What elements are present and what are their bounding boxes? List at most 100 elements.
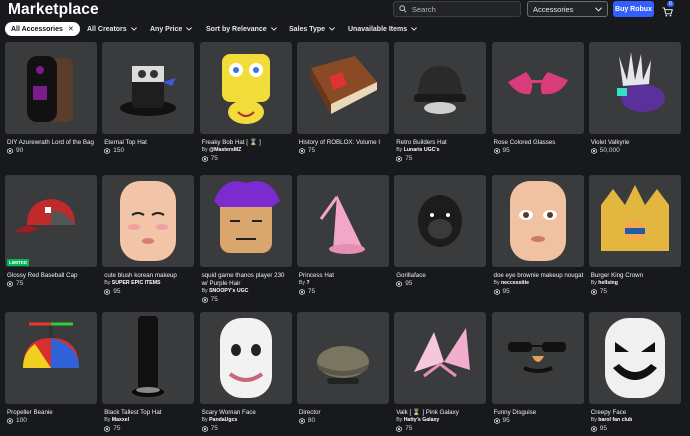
- robux-icon: [201, 425, 208, 432]
- item-price: 75: [396, 425, 412, 432]
- item-name[interactable]: doe eye brownie makeup nougat: [494, 272, 584, 280]
- item-thumbnail[interactable]: [102, 175, 195, 267]
- item-thumbnail[interactable]: [394, 312, 487, 404]
- item-thumbnail[interactable]: [394, 42, 487, 134]
- item-name[interactable]: Director: [299, 409, 389, 417]
- item-image: [15, 199, 75, 233]
- item-thumbnail[interactable]: [588, 175, 681, 267]
- creator-name[interactable]: SNOOPY's UGC: [209, 288, 248, 294]
- chevron-down-icon: [270, 27, 277, 31]
- item-image: [604, 318, 665, 398]
- item-image: [132, 316, 165, 397]
- filter-label: All Creators: [87, 25, 127, 33]
- item-name[interactable]: Princess Hat: [299, 272, 389, 280]
- filter-label: Any Price: [150, 25, 183, 33]
- creator-name[interactable]: ?: [306, 280, 309, 286]
- item-name[interactable]: Retro Builders Hat: [396, 139, 486, 147]
- cart-button[interactable]: 0: [662, 1, 676, 17]
- filter-unavailable-items[interactable]: Unavailable Items: [348, 22, 418, 36]
- robux-icon: [7, 417, 13, 424]
- item-thumbnail[interactable]: [491, 175, 584, 267]
- creator-name[interactable]: @MastersMZ: [209, 147, 241, 153]
- item-name[interactable]: Violet Valkyrie: [591, 139, 681, 147]
- robux-icon: [493, 288, 500, 295]
- creator-name[interactable]: neccessitie: [501, 280, 529, 286]
- item-creator[interactable]: By neccessitie: [494, 280, 529, 286]
- item-thumbnail[interactable]: [588, 42, 681, 134]
- item-name[interactable]: Freaky Bob Hat [ ⌛ ]: [202, 139, 292, 147]
- creator-name[interactable]: hellsing: [598, 280, 618, 286]
- item-thumbnail[interactable]: [296, 42, 389, 134]
- robux-icon: [298, 147, 305, 154]
- item-name[interactable]: cute blush korean makeup: [104, 272, 194, 280]
- item-thumbnail[interactable]: [588, 312, 681, 404]
- item-thumbnail[interactable]: [296, 175, 389, 267]
- item-name[interactable]: Scary Woman Face: [202, 409, 292, 417]
- item-name[interactable]: Gorillaface: [396, 272, 486, 280]
- item-thumbnail[interactable]: [5, 42, 97, 134]
- item-price: 100: [7, 417, 27, 424]
- item-thumbnail[interactable]: [296, 312, 389, 404]
- item-creator[interactable]: By Maxxel: [104, 417, 129, 423]
- item-name[interactable]: History of ROBLOX: Volume I: [299, 139, 389, 147]
- item-name[interactable]: Rose Colored Glasses: [494, 139, 584, 147]
- search-input[interactable]: Search: [393, 1, 521, 17]
- item-creator[interactable]: By Hatty's Galaxy: [396, 417, 439, 423]
- item-name[interactable]: squid game thanos player 230 w/ Purple H…: [202, 272, 292, 287]
- robux-icon: [590, 288, 597, 295]
- filter-all-accessories[interactable]: All Accessories ✕: [5, 22, 80, 36]
- item-price: 90: [7, 147, 23, 154]
- item-name[interactable]: Valk [ ⌛ ] Pink Galaxy: [396, 409, 486, 417]
- item-creator[interactable]: By hellsing: [591, 280, 618, 286]
- item-creator[interactable]: By SNOOPY's UGC: [202, 288, 249, 294]
- chevron-down-icon: [411, 27, 418, 31]
- filter-all-creators[interactable]: All Creators: [87, 22, 137, 36]
- item-name[interactable]: Funny Disguise: [494, 409, 584, 417]
- item-name[interactable]: Burger King Crown: [591, 272, 681, 280]
- search-icon: [399, 5, 407, 13]
- buy-robux-button[interactable]: Buy Robux: [613, 1, 654, 17]
- item-creator[interactable]: By Lunaris UGC's: [396, 147, 439, 153]
- filter-sort[interactable]: Sort by Relevance: [206, 22, 277, 36]
- creator-name[interactable]: Lunaris UGC's: [404, 147, 440, 153]
- cart-count-badge: 0: [667, 1, 674, 7]
- price-value: 95: [113, 288, 121, 295]
- item-thumbnail[interactable]: [491, 42, 584, 134]
- category-select[interactable]: Accessories: [527, 1, 608, 17]
- item-name[interactable]: Creepy Face: [591, 409, 681, 417]
- filter-sales-type[interactable]: Sales Type: [289, 22, 336, 36]
- item-thumbnail[interactable]: [102, 42, 195, 134]
- filter-any-price[interactable]: Any Price: [150, 22, 193, 36]
- item-creator[interactable]: By SUPER EPIC ITEMS: [104, 280, 160, 286]
- item-thumbnail[interactable]: [102, 312, 195, 404]
- creator-name[interactable]: SUPER EPIC ITEMS: [112, 280, 161, 286]
- robux-icon: [493, 147, 500, 154]
- item-thumbnail[interactable]: [491, 312, 584, 404]
- item-name[interactable]: DIY Azurewrath Lord of the Bag: [7, 139, 97, 147]
- robux-icon: [7, 147, 13, 154]
- item-creator[interactable]: By barol fan club: [591, 417, 633, 423]
- creator-name[interactable]: PandaUgcs: [209, 417, 237, 423]
- limited-badge: LIMITED: [7, 259, 29, 266]
- creator-name[interactable]: Hatty's Galaxy: [404, 417, 440, 423]
- item-thumbnail[interactable]: [199, 312, 292, 404]
- creator-name[interactable]: Maxxel: [112, 417, 129, 423]
- creator-name[interactable]: barol fan club: [598, 417, 632, 423]
- item-image: [120, 181, 177, 261]
- item-thumbnail[interactable]: [199, 175, 292, 267]
- item-name[interactable]: Black Tallest Top Hat: [104, 409, 194, 417]
- item-image: [221, 54, 270, 124]
- item-thumbnail[interactable]: LIMITED: [5, 175, 97, 267]
- item-thumbnail[interactable]: [5, 312, 97, 404]
- item-name[interactable]: Eternal Top Hat: [104, 139, 194, 147]
- item-thumbnail[interactable]: [394, 175, 487, 267]
- price-value: 95: [502, 147, 510, 154]
- item-creator[interactable]: By ?: [299, 280, 310, 286]
- item-name[interactable]: Glossy Red Baseball Cap: [7, 272, 97, 280]
- item-name[interactable]: Propeller Beanie: [7, 409, 97, 417]
- item-thumbnail[interactable]: [199, 42, 292, 134]
- robux-icon: [396, 425, 403, 432]
- item-creator[interactable]: By PandaUgcs: [202, 417, 238, 423]
- close-icon[interactable]: ✕: [68, 25, 74, 33]
- item-creator[interactable]: By @MastersMZ: [202, 147, 242, 153]
